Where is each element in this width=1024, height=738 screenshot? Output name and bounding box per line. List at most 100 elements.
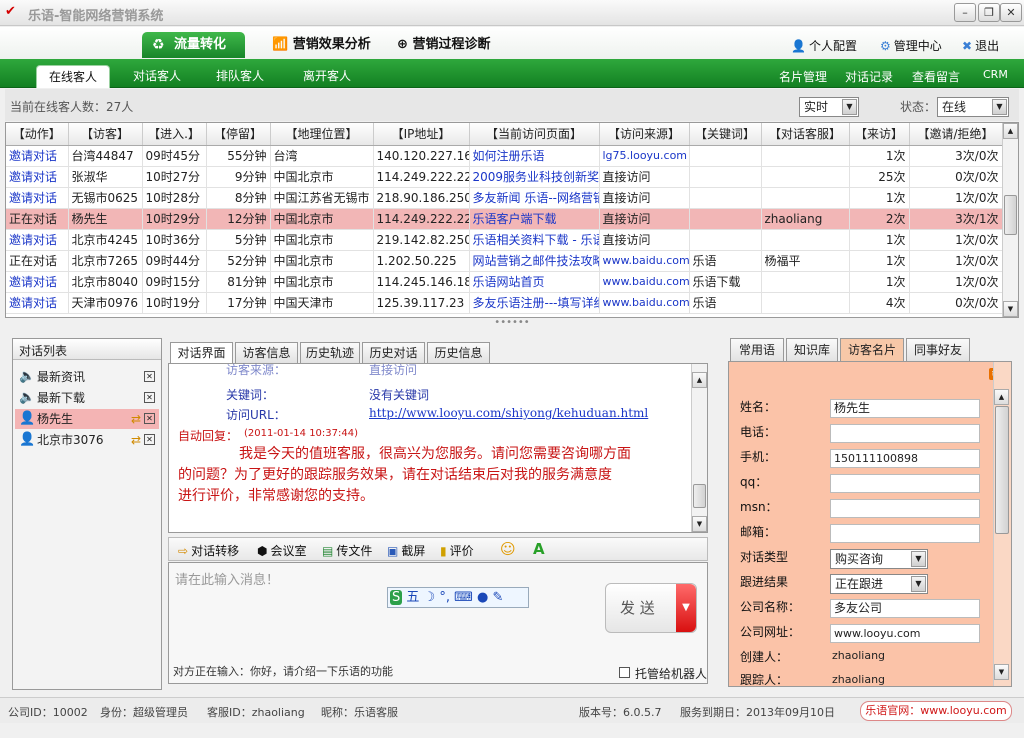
- chat-list-item[interactable]: 🔈 最新下载 ✕: [15, 388, 159, 408]
- close-icon[interactable]: ✕: [144, 434, 155, 445]
- page-link[interactable]: 如何注册乐语: [469, 145, 600, 167]
- card-manage-link[interactable]: 名片管理: [779, 68, 827, 85]
- logout-link[interactable]: ✖ 退出: [962, 37, 999, 54]
- table-row[interactable]: 邀请对话 台湾44847 09时45分 55分钟 台湾 140.120.227.…: [6, 145, 1003, 167]
- message-placeholder[interactable]: 请在此输入消息！: [175, 569, 279, 588]
- website-field[interactable]: www.looyu.com: [830, 624, 980, 643]
- table-row[interactable]: 邀请对话 无锡市0625 10时28分 8分钟 中国江苏省无锡市 218.90.…: [6, 187, 1003, 209]
- action-text[interactable]: 正在对话: [6, 250, 69, 272]
- col-header-visits[interactable]: 【来访】: [849, 123, 910, 146]
- tab-visitor-card[interactable]: 访客名片: [840, 338, 904, 361]
- followup-select[interactable]: 正在跟进 ▼: [830, 574, 928, 594]
- chat-type-select[interactable]: 购买咨询 ▼: [830, 549, 928, 569]
- close-icon[interactable]: ✕: [144, 392, 155, 403]
- chat-list-item[interactable]: 🔈 最新资讯 ✕: [15, 367, 159, 387]
- tab-traffic-conversion[interactable]: ♻ 流量转化: [142, 32, 245, 58]
- ime-toolbar[interactable]: S 五 ☽ °, ⌨ ● ✎: [387, 587, 529, 608]
- scroll-thumb[interactable]: [995, 406, 1009, 534]
- scroll-up-icon[interactable]: ▲: [1003, 123, 1018, 139]
- mobile-field[interactable]: 150111100898: [830, 449, 980, 468]
- tab-history-trail[interactable]: 历史轨迹: [300, 342, 360, 363]
- col-header-source[interactable]: 【访问来源】: [599, 123, 690, 146]
- col-header-enter[interactable]: 【进入.】: [142, 123, 207, 146]
- font-icon[interactable]: A: [533, 540, 545, 558]
- col-header-keyword[interactable]: 【关键词】: [689, 123, 762, 146]
- emoji-icon[interactable]: ☺: [500, 540, 516, 558]
- tab-marketing-analysis[interactable]: 📶 营销效果分析: [272, 32, 371, 58]
- transfer-button[interactable]: ⇨ 对话转移: [178, 542, 239, 559]
- table-row[interactable]: 邀请对话 张淑华 10时27分 9分钟 中国北京市 114.249.222.2 2…: [6, 166, 1003, 188]
- close-icon[interactable]: ✕: [144, 413, 155, 424]
- send-button[interactable]: 发 送 ▼: [605, 583, 697, 633]
- col-header-location[interactable]: 【地理位置】: [270, 123, 374, 146]
- email-field[interactable]: [830, 524, 980, 543]
- tab-history-chat[interactable]: 历史对话: [362, 342, 425, 363]
- scroll-up-icon[interactable]: ▲: [994, 389, 1009, 405]
- tab-common-phrases[interactable]: 常用语: [730, 338, 784, 361]
- col-header-agent[interactable]: 【对话客服】: [761, 123, 850, 146]
- splitter-handle[interactable]: ••••••: [0, 318, 1024, 330]
- tab-history-info[interactable]: 历史信息: [427, 342, 490, 363]
- scroll-down-icon[interactable]: ▼: [1003, 301, 1018, 317]
- minimize-button[interactable]: –: [954, 3, 976, 22]
- action-link[interactable]: 邀请对话: [6, 145, 69, 167]
- messages-link[interactable]: 查看留言: [912, 68, 960, 85]
- url-link[interactable]: http://www.looyu.com/shiyong/kehuduan.ht…: [369, 406, 648, 420]
- col-header-ip[interactable]: 【IP地址】: [373, 123, 470, 146]
- maximize-button[interactable]: ❐: [978, 3, 1000, 22]
- close-button[interactable]: ✕: [1000, 3, 1022, 22]
- tab-online-visitors[interactable]: 在线客人: [36, 65, 110, 88]
- robot-checkbox[interactable]: [619, 667, 630, 678]
- qq-field[interactable]: [830, 474, 980, 493]
- message-input-area[interactable]: 请在此输入消息！ S 五 ☽ °, ⌨ ● ✎ 发 送 ▼ 对方正在输入：你好，…: [168, 562, 708, 684]
- tab-knowledge-base[interactable]: 知识库: [786, 338, 838, 361]
- scroll-down-icon[interactable]: ▼: [692, 516, 707, 532]
- chat-records-link[interactable]: 对话记录: [845, 68, 893, 85]
- tab-visitor-info[interactable]: 访客信息: [235, 342, 298, 363]
- action-link[interactable]: 邀请对话: [6, 292, 69, 314]
- scroll-down-icon[interactable]: ▼: [994, 664, 1009, 680]
- col-header-action[interactable]: 【动作】: [6, 123, 69, 146]
- chat-list-item-active[interactable]: 👤 杨先生 ⇄ ✕: [15, 409, 159, 429]
- tab-chatting-visitors[interactable]: 对话客人: [120, 65, 194, 88]
- chat-list-item[interactable]: 👤 北京市3076 ⇄ ✕: [15, 430, 159, 450]
- table-row[interactable]: 正在对话 北京市7265 09时44分 52分钟 中国北京市 1.202.50.…: [6, 250, 1003, 272]
- tab-colleagues[interactable]: 同事好友: [906, 338, 970, 361]
- action-link[interactable]: 邀请对话: [6, 187, 69, 209]
- screenshot-button[interactable]: ▣ 截屏: [387, 542, 425, 559]
- msn-field[interactable]: [830, 499, 980, 518]
- card-scrollbar[interactable]: ▲ ▼: [993, 362, 1011, 686]
- rating-button[interactable]: ▮ 评价: [440, 542, 474, 559]
- action-text[interactable]: 正在对话: [6, 208, 69, 230]
- scroll-thumb[interactable]: [693, 484, 706, 508]
- scroll-up-icon[interactable]: ▲: [692, 372, 707, 388]
- send-file-button[interactable]: ▤ 传文件: [322, 542, 372, 559]
- action-link[interactable]: 邀请对话: [6, 166, 69, 188]
- col-header-stay[interactable]: 【停留】: [206, 123, 271, 146]
- table-row-selected[interactable]: 正在对话 杨先生 10时29分 12分钟 中国北京市 114.249.222.2…: [6, 208, 1003, 230]
- page-link[interactable]: 乐语相关资料下载 - 乐语: [469, 229, 600, 251]
- page-link[interactable]: 多友乐语注册---填写详细: [469, 292, 600, 314]
- crm-link[interactable]: CRM: [983, 68, 1008, 81]
- table-row[interactable]: 邀请对话 天津市0976 10时19分 17分钟 中国天津市 125.39.11…: [6, 292, 1003, 314]
- page-link[interactable]: 2009服务业科技创新奖评选: [469, 166, 600, 188]
- col-header-page[interactable]: 【当前访问页面】: [469, 123, 600, 146]
- page-link[interactable]: 乐语网站首页: [469, 271, 600, 293]
- tab-queue-visitors[interactable]: 排队客人: [203, 65, 277, 88]
- chat-scrollbar[interactable]: ▲ ▼: [691, 364, 707, 532]
- tab-left-visitors[interactable]: 离开客人: [290, 65, 364, 88]
- company-field[interactable]: 多友公司: [830, 599, 980, 618]
- table-scrollbar[interactable]: ▲ ▼: [1002, 123, 1018, 317]
- tab-chat-view[interactable]: 对话界面: [170, 342, 233, 364]
- col-header-invite[interactable]: 【邀请/拒绝】: [909, 123, 1003, 146]
- table-row[interactable]: 邀请对话 北京市4245 10时36分 5分钟 中国北京市 219.142.82…: [6, 229, 1003, 251]
- table-row[interactable]: 邀请对话 北京市8040 09时15分 81分钟 中国北京市 114.245.1…: [6, 271, 1003, 293]
- action-link[interactable]: 邀请对话: [6, 271, 69, 293]
- scroll-thumb[interactable]: [1004, 195, 1017, 235]
- refresh-select[interactable]: 实时 ▼: [799, 97, 859, 117]
- page-link[interactable]: 多友新闻 乐语--网络营销: [469, 187, 600, 209]
- personal-config-link[interactable]: 👤 个人配置: [791, 37, 857, 54]
- action-link[interactable]: 邀请对话: [6, 229, 69, 251]
- tab-process-diagnosis[interactable]: ⊕ 营销过程诊断: [397, 32, 490, 58]
- status-select[interactable]: 在线 ▼: [937, 97, 1009, 117]
